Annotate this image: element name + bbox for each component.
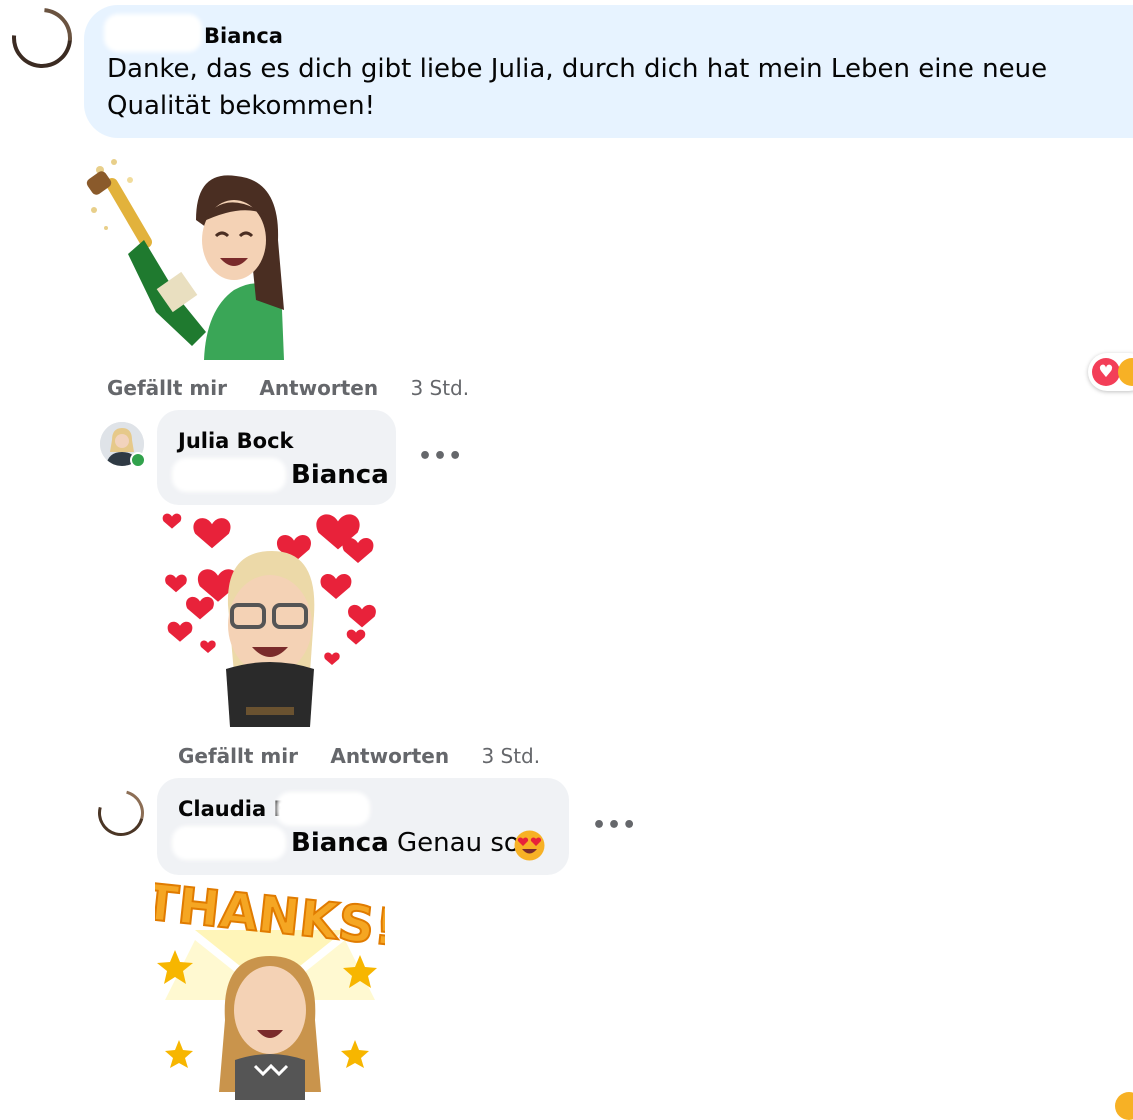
comment-text: Genau so!: [397, 828, 531, 858]
reply-button[interactable]: Antworten: [330, 744, 449, 768]
mention-link[interactable]: Bianca: [291, 457, 389, 494]
comment-text: Danke, das es dich gibt liebe Julia, dur…: [107, 54, 1048, 121]
claudia-avatar[interactable]: [89, 781, 153, 845]
comment-author[interactable]: Bianca: [204, 24, 283, 48]
champagne-celebration-avatar-sticker[interactable]: [84, 150, 294, 360]
heart-eyes-emoji-icon: [514, 830, 545, 861]
mention-link[interactable]: Bianca: [291, 828, 389, 858]
online-status-icon: [130, 452, 146, 468]
comment-timestamp[interactable]: 3 Std.: [410, 376, 469, 400]
redacted-name: [172, 458, 286, 492]
more-options-button[interactable]: •••: [592, 813, 637, 838]
bianca-avatar[interactable]: [0, 0, 85, 81]
more-options-button[interactable]: •••: [418, 444, 463, 469]
reply-button[interactable]: Antworten: [259, 376, 378, 400]
emoji-reaction-icon: [1115, 1092, 1133, 1120]
like-button[interactable]: Gefällt mir: [107, 376, 227, 400]
redacted-surname: [276, 792, 370, 826]
heart-icon: ♥: [1092, 358, 1120, 386]
redacted-surname: [104, 14, 202, 52]
comment-author[interactable]: Claudia F: [178, 797, 288, 821]
hearts-avatar-sticker[interactable]: [160, 505, 380, 733]
comment-timestamp[interactable]: 3 Std.: [481, 744, 540, 768]
like-button[interactable]: Gefällt mir: [178, 744, 298, 768]
redacted-name: [172, 826, 286, 860]
thanks-avatar-sticker[interactable]: THANKS!: [155, 870, 385, 1100]
comment-author[interactable]: Julia Bock: [178, 429, 294, 453]
